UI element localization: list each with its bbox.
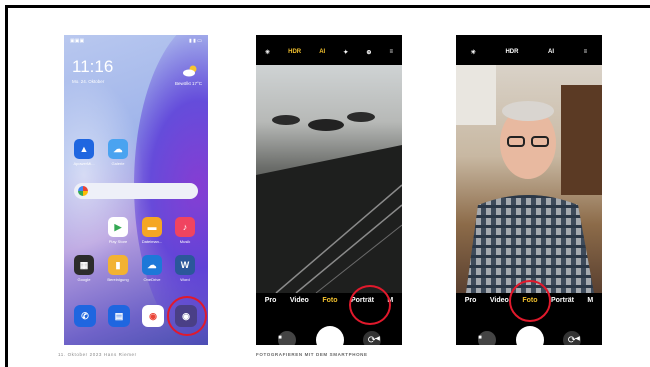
cleaner-icon[interactable]: ▮: [108, 255, 128, 275]
back-icon[interactable]: ◀: [575, 335, 580, 342]
app-label-music: Musik: [179, 239, 191, 244]
gallery-icon[interactable]: ☁: [108, 139, 128, 159]
home-icon[interactable]: ◉: [526, 335, 531, 342]
app-label-onedrive: OneDrive: [143, 277, 161, 282]
wallpaper-highlight: [64, 75, 144, 275]
home-clock: 11:16: [72, 57, 114, 76]
mode-photo[interactable]: Foto: [322, 297, 337, 304]
status-bar: ▣▣▣ ▮ ▮ ▭: [70, 38, 202, 46]
mode-pro[interactable]: Pro: [465, 297, 477, 304]
model-railway-scene: [256, 112, 402, 293]
mode-video[interactable]: Video: [490, 297, 509, 304]
mode-pro[interactable]: Pro: [265, 297, 277, 304]
status-left-icons: ▣▣▣: [70, 38, 85, 44]
app-label-apowermirror: ApowerMi...: [73, 161, 95, 166]
google-search-bar[interactable]: [74, 183, 198, 199]
camera-top-bar: ✳ HDR AI ✦ ⊕ ≡: [256, 35, 402, 65]
google-folder-icon[interactable]: ▦: [74, 255, 94, 275]
back-icon[interactable]: ◀: [375, 335, 380, 342]
menu-icon[interactable]: ≡: [389, 49, 393, 56]
camera-top-bar: ✳ HDR AI ≡: [456, 35, 602, 65]
selfie-scene: [456, 65, 602, 293]
switch-camera-highlight-ring: [349, 285, 391, 325]
ai-toggle[interactable]: AI: [319, 49, 325, 56]
google-icon: [78, 186, 88, 196]
flash-icon[interactable]: ✳: [265, 49, 270, 56]
music-icon[interactable]: ♪: [175, 217, 195, 237]
app-label-google: Google: [77, 277, 91, 282]
app-label-file-manager: Dateiman...: [141, 239, 163, 244]
shutter-highlight-ring: [509, 280, 551, 322]
chrome-icon[interactable]: ◉: [142, 305, 164, 327]
apowermirror-icon[interactable]: ▲: [74, 139, 94, 159]
recents-icon[interactable]: ■: [478, 335, 482, 341]
hdr-toggle[interactable]: HDR: [505, 49, 518, 56]
ai-toggle[interactable]: AI: [548, 49, 554, 56]
weather-text: Bewölkt 17°C: [174, 81, 202, 86]
mode-more[interactable]: M: [587, 297, 593, 304]
lens-icon[interactable]: ⊕: [366, 49, 371, 56]
camera-viewfinder[interactable]: [256, 65, 402, 293]
phone-icon[interactable]: ✆: [74, 305, 96, 327]
onedrive-icon[interactable]: ☁: [142, 255, 162, 275]
file-manager-icon[interactable]: ▬: [142, 217, 162, 237]
app-label-cleaner: Bereinigung: [107, 277, 129, 282]
mode-portrait[interactable]: Porträt: [551, 297, 574, 304]
messages-icon[interactable]: ▤: [108, 305, 130, 327]
slide-border-top: [6, 5, 650, 8]
status-right-icons: ▮ ▮ ▭: [188, 38, 202, 44]
mode-video[interactable]: Video: [290, 297, 309, 304]
menu-icon[interactable]: ≡: [584, 49, 588, 56]
slide-border-left: [5, 5, 8, 367]
footer-date-author: 11. Oktober 2023 Hans Riemer: [58, 352, 137, 357]
cloud-sun-icon: [183, 65, 197, 77]
effects-icon[interactable]: ✦: [343, 49, 348, 56]
footer-title: FOTOGRAFIEREN MIT DEM SMARTPHONE: [256, 352, 368, 357]
system-nav-bar: ■ ◉ ◀: [256, 333, 402, 343]
camera-viewfinder[interactable]: [456, 65, 602, 293]
home-icon[interactable]: ◉: [326, 335, 331, 342]
app-label-gallery: Galerie: [111, 161, 125, 166]
home-date: Mo. 24. Oktober: [72, 79, 105, 84]
camera-highlight-ring: [167, 296, 207, 336]
word-icon[interactable]: W: [175, 255, 195, 275]
hdr-toggle[interactable]: HDR: [288, 49, 301, 56]
system-nav-bar: ■ ◉ ◀: [456, 333, 602, 343]
play-store-icon[interactable]: ▶: [108, 217, 128, 237]
app-label-play-store: Play Store: [108, 239, 128, 244]
app-label-word: Word: [180, 277, 190, 282]
flash-icon[interactable]: ✳: [471, 49, 476, 56]
recents-icon[interactable]: ■: [278, 335, 282, 341]
